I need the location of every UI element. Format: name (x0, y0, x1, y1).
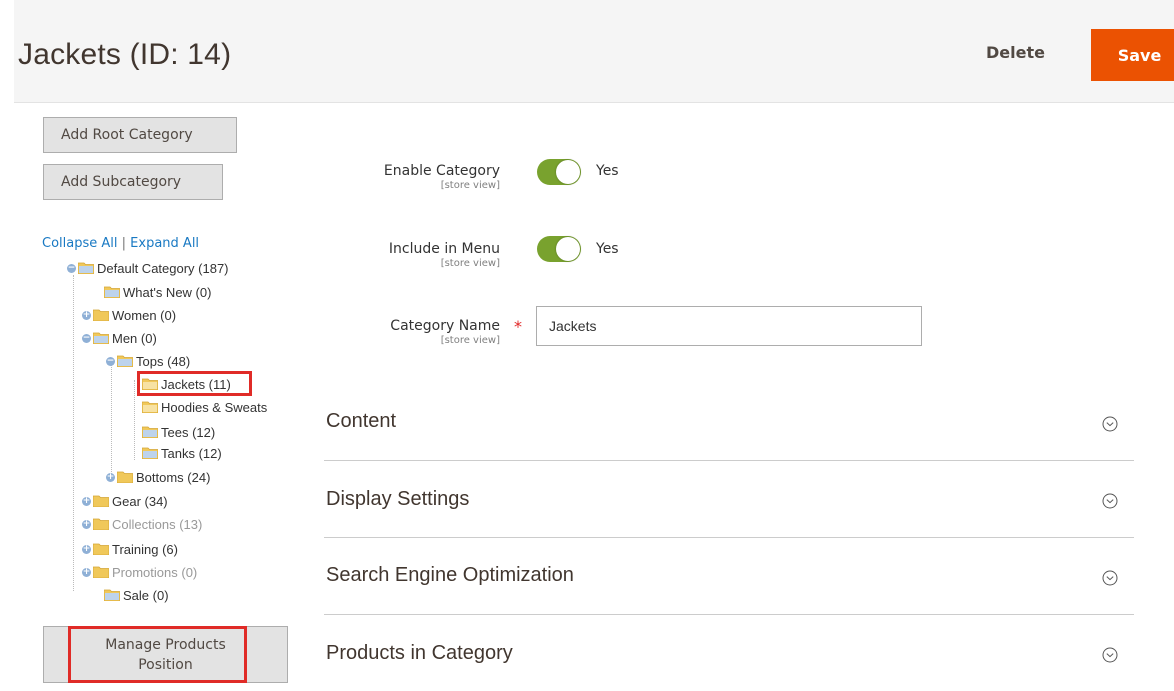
enable-category-label-text: Enable Category (383, 163, 500, 179)
tree-node-tanks[interactable]: Tanks (12) (142, 444, 222, 462)
tree-node-label: Gear (34) (112, 493, 168, 509)
tree-controls-separator: | (121, 236, 127, 251)
tree-controls: Collapse All | Expand All (42, 236, 199, 251)
collapse-all-link[interactable]: Collapse All (42, 236, 118, 251)
tree-node-label: Collections (13) (112, 516, 203, 532)
section-seo[interactable]: Search Engine Optimization (324, 538, 1134, 615)
tree-node-label: Tanks (12) (161, 445, 222, 461)
folder-icon (104, 589, 120, 601)
folder-icon (93, 518, 109, 530)
tree-node-bottoms[interactable]: + Bottoms (24) (106, 468, 210, 486)
section-title: Content (326, 410, 397, 432)
tree-node-label: Tops (48) (136, 353, 191, 369)
enable-category-value: Yes (596, 163, 619, 179)
manage-highlight-box (68, 626, 247, 683)
expand-icon[interactable]: + (82, 544, 91, 554)
tree-guide-line (73, 275, 74, 591)
section-title: Products in Category (326, 642, 513, 664)
tree-guide-line (111, 360, 112, 480)
expand-icon[interactable]: + (82, 519, 91, 529)
section-content[interactable]: Content (324, 384, 1134, 461)
tree-node-promotions[interactable]: + Promotions (0) (82, 563, 197, 581)
include-in-menu-toggle[interactable] (537, 236, 581, 262)
tree-node-label: Default Category (187) (97, 260, 229, 276)
chevron-down-icon (1102, 647, 1118, 663)
expand-icon[interactable]: + (82, 496, 91, 506)
expand-icon[interactable]: + (82, 310, 91, 320)
enable-category-label: Enable Category [store view] (340, 163, 500, 191)
folder-icon (142, 426, 158, 438)
folder-icon (93, 566, 109, 578)
expand-all-link[interactable]: Expand All (130, 236, 199, 251)
include-in-menu-value: Yes (596, 241, 619, 257)
collapse-icon[interactable]: − (82, 333, 91, 343)
tree-node-hoodies-sweats[interactable]: Hoodies & Sweats (142, 398, 267, 416)
tree-node-women[interactable]: + Women (0) (82, 306, 176, 324)
tree-node-default-category[interactable]: − Default Category (187) (67, 259, 229, 277)
tree-node-training[interactable]: + Training (6) (82, 540, 178, 558)
tree-guide-line (134, 380, 135, 460)
tree-node-label: Hoodies & Sweats (161, 399, 268, 415)
section-title: Search Engine Optimization (326, 564, 574, 586)
section-display-settings[interactable]: Display Settings (324, 461, 1134, 538)
tree-node-label: Sale (0) (123, 587, 169, 603)
expand-icon[interactable]: + (106, 472, 115, 482)
section-products-in-category[interactable]: Products in Category (324, 615, 1134, 691)
include-in-menu-label-text: Include in Menu (388, 241, 500, 257)
folder-icon (78, 262, 94, 274)
tree-node-gear[interactable]: + Gear (34) (82, 492, 168, 510)
delete-button[interactable]: Delete (986, 43, 1045, 62)
include-in-menu-label: Include in Menu [store view] (340, 241, 500, 269)
chevron-down-icon (1102, 416, 1118, 432)
page-title: Jackets (ID: 14) (18, 38, 232, 71)
category-name-label: Category Name [store view] (340, 318, 500, 346)
add-subcategory-button[interactable]: Add Subcategory (43, 164, 223, 200)
tree-node-men[interactable]: − Men (0) (82, 329, 157, 347)
category-name-scope: [store view] (440, 335, 500, 346)
enable-category-scope: [store view] (440, 180, 500, 191)
page-header: Jackets (ID: 14) Delete Save (14, 0, 1174, 103)
required-indicator: * (514, 317, 522, 336)
folder-icon (93, 332, 109, 344)
tree-node-label: Bottoms (24) (136, 469, 211, 485)
section-title: Display Settings (326, 488, 470, 510)
chevron-down-icon (1102, 570, 1118, 586)
tree-node-label: Training (6) (112, 541, 178, 557)
category-name-input[interactable] (536, 306, 922, 346)
add-root-category-button[interactable]: Add Root Category (43, 117, 237, 153)
folder-icon (93, 309, 109, 321)
include-in-menu-scope: [store view] (440, 258, 500, 269)
tree-node-collections[interactable]: + Collections (13) (82, 515, 202, 533)
chevron-down-icon (1102, 493, 1118, 509)
collapse-icon[interactable]: − (67, 263, 76, 273)
collapse-icon[interactable]: − (106, 356, 115, 366)
tree-node-label: Promotions (0) (112, 564, 198, 580)
toggle-knob (556, 160, 580, 184)
toggle-knob (556, 237, 580, 261)
tree-node-label: Women (0) (112, 307, 177, 323)
tree-node-label: What's New (0) (123, 284, 212, 300)
folder-icon (93, 543, 109, 555)
tree-node-tees[interactable]: Tees (12) (142, 423, 215, 441)
enable-category-toggle[interactable] (537, 159, 581, 185)
tree-node-label: Men (0) (112, 330, 157, 346)
tree-node-tops[interactable]: − Tops (48) (106, 352, 190, 370)
folder-icon (117, 471, 133, 483)
tree-node-label: Tees (12) (161, 424, 216, 440)
tree-node-sale[interactable]: Sale (0) (104, 586, 169, 604)
category-name-label-text: Category Name (390, 318, 500, 334)
tree-node-whats-new[interactable]: What's New (0) (104, 283, 211, 301)
folder-icon (117, 355, 133, 367)
jackets-highlight-box (137, 371, 252, 396)
folder-icon (104, 286, 120, 298)
folder-icon (142, 447, 158, 459)
expand-icon[interactable]: + (82, 567, 91, 577)
folder-icon (142, 401, 158, 413)
folder-icon (93, 495, 109, 507)
save-button[interactable]: Save (1091, 29, 1174, 81)
